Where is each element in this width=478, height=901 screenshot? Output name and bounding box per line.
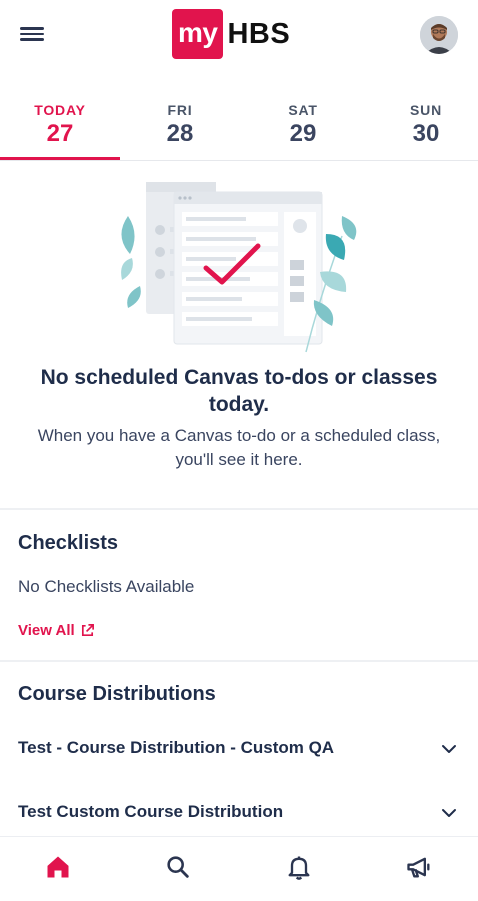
course-distribution-label: Test - Course Distribution - Custom QA: [18, 738, 335, 757]
view-all-link[interactable]: View All: [18, 622, 95, 639]
top-bar: my HBS: [0, 0, 478, 80]
myhbs-logo: my HBS: [172, 8, 290, 60]
day-name: SUN: [410, 102, 442, 118]
day-number: 30: [412, 120, 440, 147]
day-number: 28: [166, 120, 194, 147]
user-avatar[interactable]: [420, 16, 458, 54]
day-tabs: TODAY 27 FRI 28 SAT 29 SUN 30: [0, 96, 478, 161]
hamburger-menu-icon[interactable]: [18, 24, 46, 46]
logo-hbs: HBS: [227, 17, 291, 50]
chevron-down-icon: [442, 809, 456, 817]
empty-state-title: No scheduled Canvas to-dos or classes to…: [40, 366, 438, 416]
empty-state-subtitle: When you have a Canvas to-do or a schedu…: [37, 426, 441, 469]
day-name: SAT: [288, 102, 318, 118]
home-icon[interactable]: [44, 853, 72, 881]
tab-sun[interactable]: SUN 30: [366, 96, 478, 160]
bottom-navigation: [0, 836, 478, 901]
day-name: FRI: [167, 102, 193, 118]
logo-my: my: [172, 9, 224, 59]
megaphone-icon[interactable]: [405, 853, 433, 881]
course-distribution-item[interactable]: Test - Course Distribution - Custom QA: [0, 724, 478, 774]
day-name: TODAY: [34, 102, 86, 118]
tab-today[interactable]: TODAY 27: [0, 96, 120, 160]
tab-fri[interactable]: FRI 28: [120, 96, 240, 160]
day-number: 27: [46, 120, 74, 147]
external-link-icon: [81, 624, 94, 637]
empty-state-illustration: [110, 176, 370, 356]
search-icon[interactable]: [164, 853, 192, 881]
divider: [0, 508, 478, 510]
tab-sat[interactable]: SAT 29: [243, 96, 363, 160]
divider: [0, 660, 478, 662]
chevron-down-icon: [442, 745, 456, 753]
checklists-title: Checklists: [18, 532, 119, 554]
checklists-empty-text: No Checklists Available: [18, 577, 195, 596]
course-distribution-label: Test Custom Course Distribution: [18, 802, 284, 821]
view-all-label: View All: [18, 622, 75, 639]
day-number: 29: [289, 120, 317, 147]
course-distribution-item[interactable]: Test Custom Course Distribution: [0, 788, 478, 838]
course-distributions-title: Course Distributions: [18, 683, 216, 705]
bell-icon[interactable]: [285, 853, 313, 881]
